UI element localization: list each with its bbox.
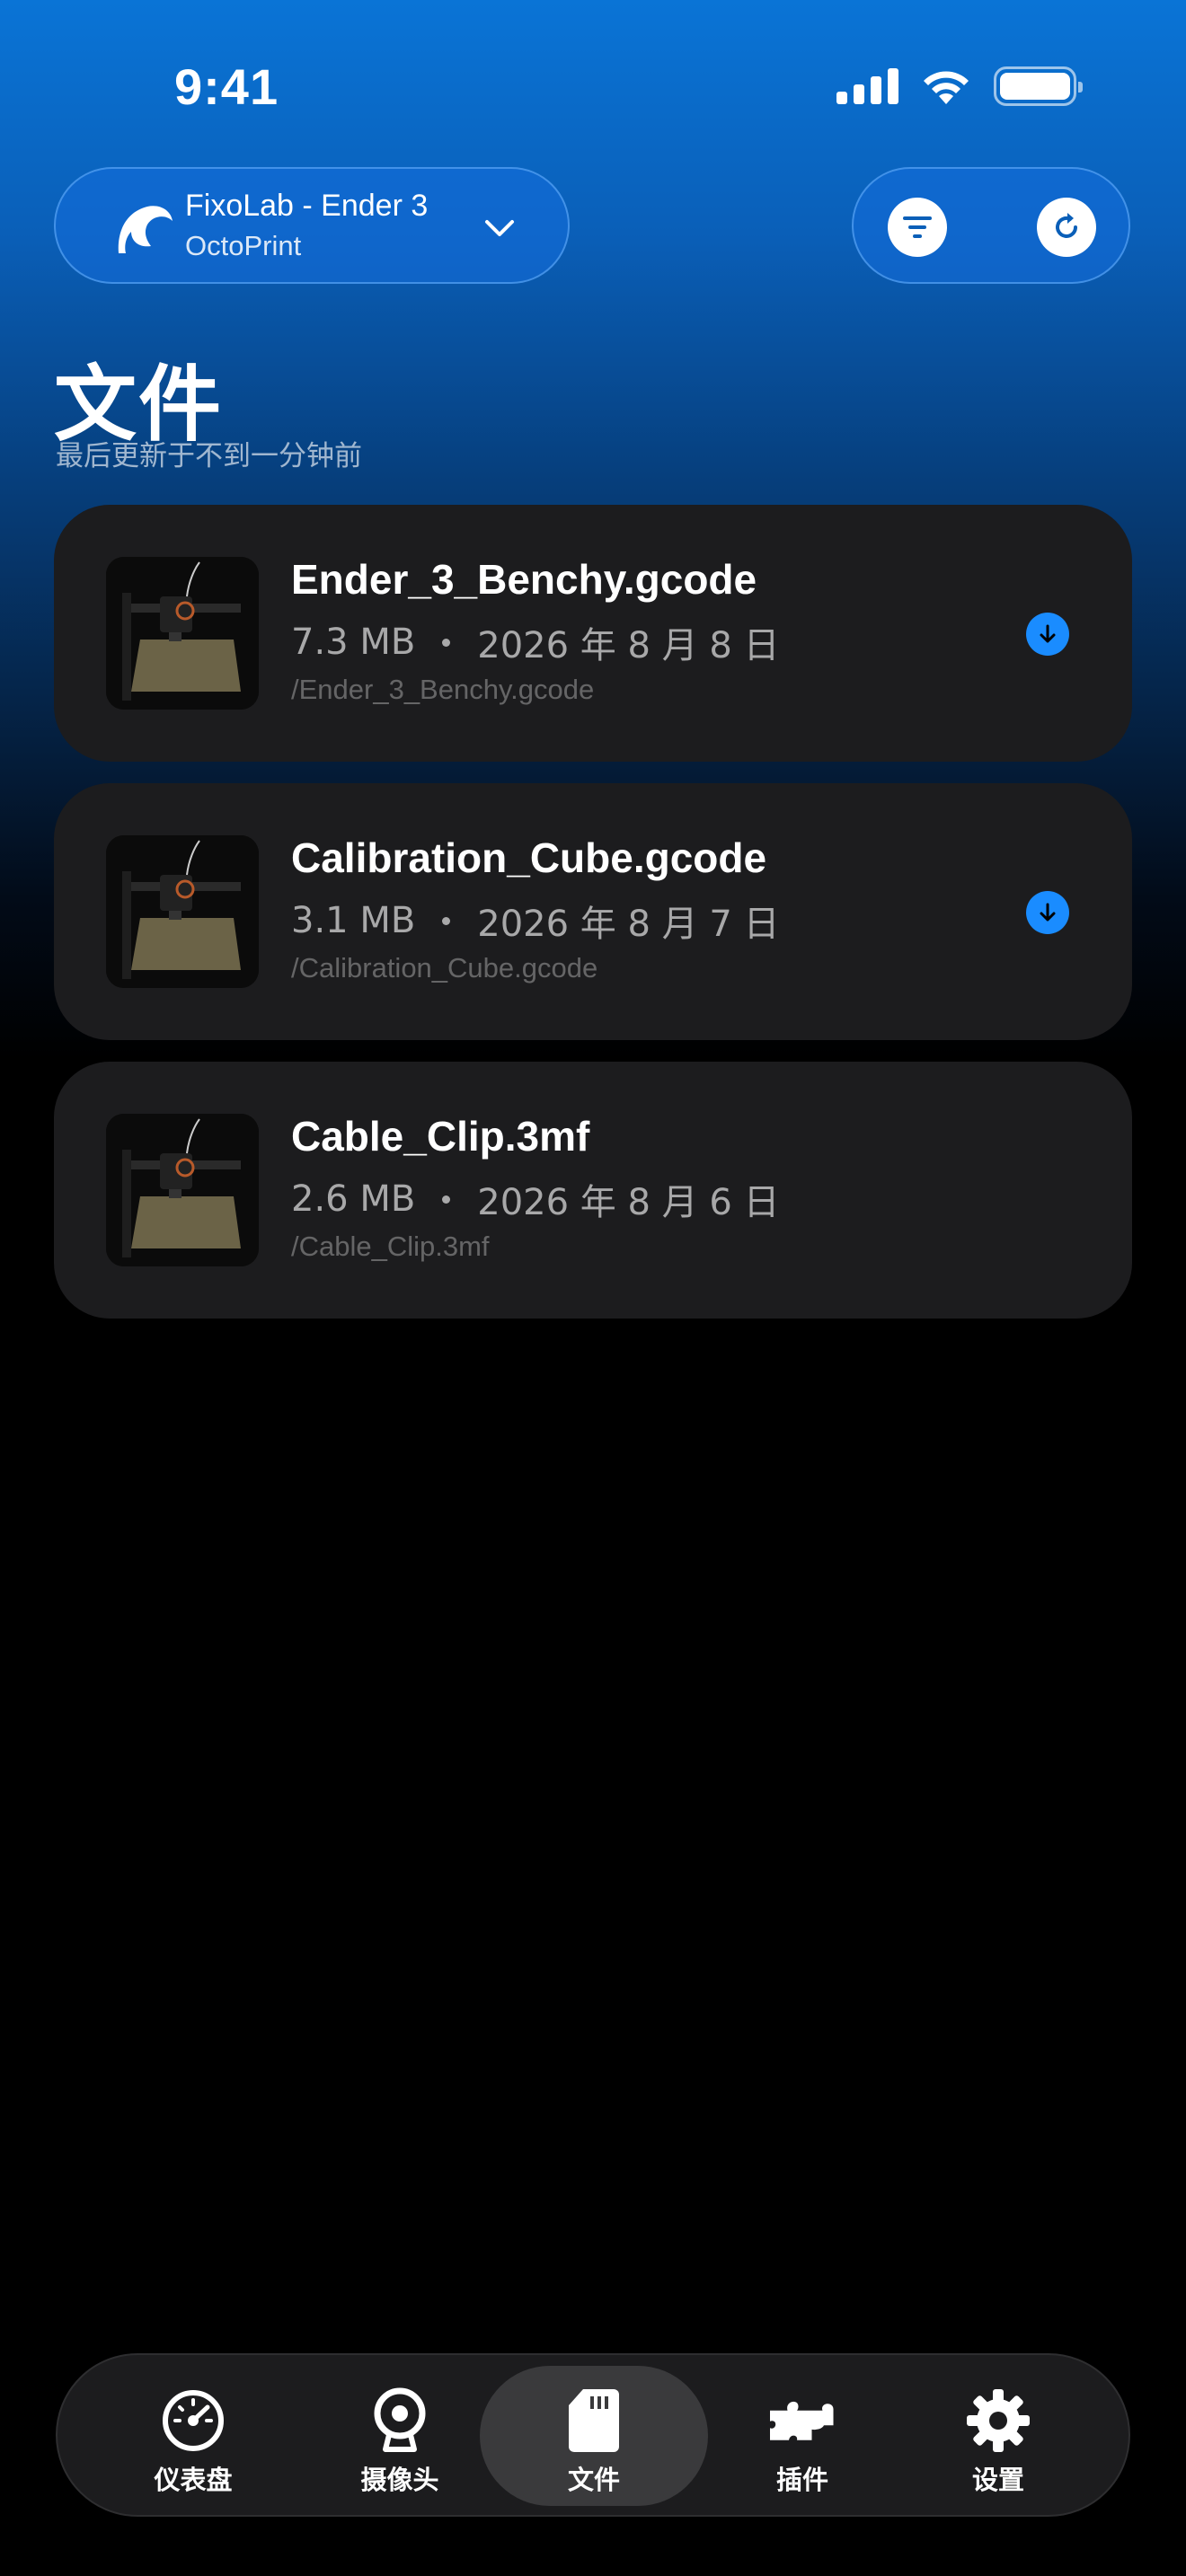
webcam-icon xyxy=(365,2387,435,2454)
printer-thumbnail-image xyxy=(106,835,259,988)
tab-plugins[interactable]: 插件 xyxy=(688,2366,916,2506)
tab-label: 设置 xyxy=(971,2465,1024,2495)
printer-thumbnail-image xyxy=(106,557,259,710)
file-name: Ender_3_Benchy.gcode xyxy=(291,556,757,603)
file-thumbnail xyxy=(106,557,259,710)
file-card[interactable]: Cable_Clip.3mf 2.6 MB 2026 年 8 月 6 日 /Ca… xyxy=(54,1062,1132,1319)
file-name: Calibration_Cube.gcode xyxy=(291,834,767,881)
octoprint-logo-icon xyxy=(118,206,173,253)
file-size: 2.6 MB xyxy=(291,1178,416,1220)
tab-label: 仪表盘 xyxy=(154,2465,233,2495)
file-card[interactable]: Ender_3_Benchy.gcode 7.3 MB 2026 年 8 月 8… xyxy=(54,505,1132,762)
tab-bar: 仪表盘 摄像头 文件 插件 设置 xyxy=(56,2353,1130,2517)
puzzle-icon xyxy=(767,2387,837,2454)
download-button[interactable] xyxy=(1026,891,1069,934)
status-time: 9:41 xyxy=(174,58,279,115)
printer-selector[interactable]: FixoLab - Ender 3 OctoPrint xyxy=(54,167,570,284)
toolbar-actions xyxy=(852,167,1130,284)
tab-label: 插件 xyxy=(775,2465,828,2495)
printer-thumbnail-image xyxy=(106,1114,259,1266)
last-updated-text: 最后更新于不到一分钟前 xyxy=(56,440,362,472)
file-meta: 7.3 MB 2026 年 8 月 8 日 xyxy=(291,616,780,668)
refresh-icon xyxy=(1056,213,1077,238)
wifi-icon xyxy=(924,71,969,104)
arrow-down-icon xyxy=(1040,624,1056,643)
sd-card-icon xyxy=(559,2387,629,2454)
file-meta: 3.1 MB 2026 年 8 月 7 日 xyxy=(291,895,780,947)
file-name: Cable_Clip.3mf xyxy=(291,1113,590,1160)
file-date: 2026 年 8 月 8 日 xyxy=(477,625,780,666)
gauge-icon xyxy=(158,2387,228,2454)
file-path: /Calibration_Cube.gcode xyxy=(291,952,598,984)
file-date: 2026 年 8 月 6 日 xyxy=(477,1182,780,1223)
file-path: /Cable_Clip.3mf xyxy=(291,1231,490,1262)
file-size: 7.3 MB xyxy=(291,622,416,663)
filter-button[interactable] xyxy=(888,198,947,257)
download-button[interactable] xyxy=(1026,613,1069,656)
file-date: 2026 年 8 月 7 日 xyxy=(477,904,780,945)
printer-name: FixoLab - Ender 3 xyxy=(185,189,429,223)
separator-dot xyxy=(442,916,451,925)
chevron-down-icon xyxy=(485,220,514,236)
tab-files[interactable]: 文件 xyxy=(480,2366,708,2506)
cellular-signal-icon xyxy=(836,68,898,104)
separator-dot xyxy=(442,638,451,647)
file-thumbnail xyxy=(106,1114,259,1266)
tab-dashboard[interactable]: 仪表盘 xyxy=(79,2366,307,2506)
file-thumbnail xyxy=(106,835,259,988)
file-card[interactable]: Calibration_Cube.gcode 3.1 MB 2026 年 8 月… xyxy=(54,783,1132,1040)
files-screen: 9:41 FixoLab - Ender 3 OctoPrint 文件 最后更新… xyxy=(0,0,1186,2576)
file-path: /Ender_3_Benchy.gcode xyxy=(291,674,595,705)
tab-label: 文件 xyxy=(567,2465,620,2495)
refresh-button[interactable] xyxy=(1037,198,1096,257)
gear-icon xyxy=(963,2387,1033,2454)
file-size: 3.1 MB xyxy=(291,900,416,941)
tab-settings[interactable]: 设置 xyxy=(884,2366,1112,2506)
battery-icon xyxy=(994,66,1083,106)
separator-dot xyxy=(442,1195,451,1204)
filter-icon xyxy=(903,216,932,238)
file-meta: 2.6 MB 2026 年 8 月 6 日 xyxy=(291,1173,780,1225)
printer-software: OctoPrint xyxy=(185,230,302,261)
arrow-down-icon xyxy=(1040,903,1056,922)
status-icons xyxy=(836,66,1083,106)
